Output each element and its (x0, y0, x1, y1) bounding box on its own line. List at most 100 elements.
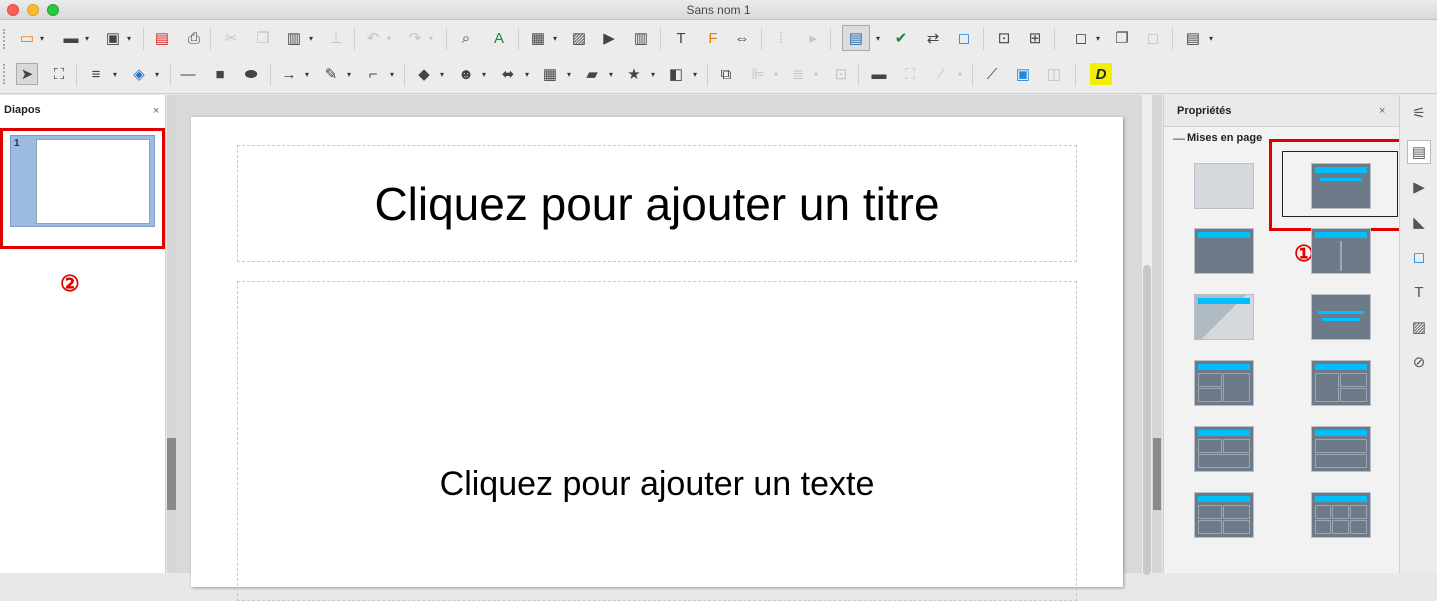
zoom-pan-icon[interactable]: ⛶ (48, 63, 70, 85)
layout-blank[interactable] (1194, 163, 1254, 209)
body-placeholder[interactable]: Cliquez pour ajouter un texte (237, 281, 1077, 601)
dropdown-arrow-icon[interactable]: ▾ (1209, 34, 1213, 43)
layout-title-content-two[interactable] (1194, 360, 1254, 406)
layout-title-four-content[interactable] (1194, 492, 1254, 538)
collapse-handle[interactable] (1153, 438, 1161, 510)
start-slideshow-icon[interactable]: ⊡ (993, 27, 1015, 49)
slide-transition-icon[interactable]: ▤ (1407, 140, 1431, 164)
dropdown-arrow-icon[interactable]: ▾ (958, 70, 962, 79)
connector-icon[interactable]: ⌐ (362, 63, 384, 85)
glue-points-icon[interactable]: ▣ (1012, 63, 1034, 85)
layout-title-two-content-right[interactable] (1311, 360, 1371, 406)
rectangle-icon[interactable]: ■ (209, 63, 231, 85)
sidebar-toggle-icon[interactable]: ▤ (1182, 27, 1204, 49)
animation-icon[interactable]: ▶ (1407, 175, 1431, 199)
dropdown-arrow-icon[interactable]: ▾ (651, 70, 655, 79)
dropdown-arrow-icon[interactable]: ▾ (85, 34, 89, 43)
cut-icon[interactable]: ✂ (220, 27, 242, 49)
slide-layout-icon[interactable]: ▤ (842, 25, 870, 51)
dropdown-arrow-icon[interactable]: ▾ (309, 34, 313, 43)
align-icon[interactable]: ⊫ (747, 63, 769, 85)
dropdown-arrow-icon[interactable]: ▾ (609, 70, 613, 79)
dropdown-arrow-icon[interactable]: ▾ (482, 70, 486, 79)
dropdown-arrow-icon[interactable]: ▾ (876, 34, 880, 43)
layout-title-content[interactable] (1194, 228, 1254, 274)
hyperlink-icon[interactable]: ⇔ (731, 27, 753, 49)
toggle-extrusion-icon[interactable]: ◫ (1043, 63, 1065, 85)
dropdown-arrow-icon[interactable]: ▾ (155, 70, 159, 79)
dropdown-arrow-icon[interactable]: ▾ (113, 70, 117, 79)
presentation-icon[interactable]: ▭ (16, 27, 38, 49)
dropdown-arrow-icon[interactable]: ▾ (1096, 34, 1100, 43)
grid-icon[interactable]: ⁞ (770, 27, 792, 49)
properties-deck-icon[interactable]: ⚟ (1407, 101, 1431, 125)
layout-title-two-content[interactable] (1311, 228, 1371, 274)
styles-icon[interactable]: ◻ (1407, 245, 1431, 269)
fontwork-gallery-icon[interactable]: D (1090, 63, 1112, 85)
basic-shapes-icon[interactable]: ◆ (413, 63, 435, 85)
line-color-icon[interactable]: ≡ (85, 63, 107, 85)
crop-image-icon[interactable]: ⛶ (899, 63, 921, 85)
title-placeholder[interactable]: Cliquez pour ajouter un titre (237, 145, 1077, 262)
points-icon[interactable]: ⟋ (981, 63, 1003, 85)
export-pdf-icon[interactable]: ▤ (151, 27, 173, 49)
undo-icon[interactable]: ↶ (362, 27, 384, 49)
3d-objects-icon[interactable]: ◧ (665, 63, 687, 85)
print-icon[interactable]: ⎙ (183, 27, 205, 49)
save-icon[interactable]: ▣ (102, 27, 124, 49)
new-slide-check-icon[interactable]: ✔ (890, 27, 912, 49)
collapse-handle[interactable] (167, 438, 176, 510)
media-icon[interactable]: ▶ (598, 27, 620, 49)
layout-title-two-top-content[interactable] (1194, 426, 1254, 472)
copy-icon[interactable]: ❐ (252, 27, 274, 49)
dropdown-arrow-icon[interactable]: ▾ (553, 34, 557, 43)
ellipse-icon[interactable]: ⬬ (240, 63, 262, 85)
dropdown-arrow-icon[interactable]: ▾ (40, 34, 44, 43)
redo-icon[interactable]: ↷ (404, 27, 426, 49)
right-splitter[interactable] (1152, 95, 1162, 573)
line-icon[interactable]: — (177, 63, 199, 85)
spelling-icon[interactable]: A (488, 27, 510, 49)
dropdown-arrow-icon[interactable]: ▾ (440, 70, 444, 79)
filter-icon[interactable]: ⁄ (930, 63, 952, 85)
section-collapse-toggle[interactable]: — (1173, 131, 1185, 145)
close-properties-button[interactable]: × (1379, 105, 1385, 117)
shadow-icon[interactable]: ▬ (868, 63, 890, 85)
left-splitter[interactable] (167, 95, 176, 573)
dropdown-arrow-icon[interactable]: ▾ (774, 70, 778, 79)
toolbar-grip[interactable] (3, 64, 7, 84)
find-replace-icon[interactable]: ⌕ (455, 27, 477, 49)
comment-icon[interactable]: ◻ (953, 27, 975, 49)
transformations-icon[interactable]: ⧉ (715, 63, 737, 85)
dropdown-arrow-icon[interactable]: ▾ (387, 34, 391, 43)
arrange-order-icon[interactable]: ≣ (787, 63, 809, 85)
block-arrows-icon[interactable]: ⬌ (497, 63, 519, 85)
line-arrow-icon[interactable]: → (278, 63, 300, 85)
dropdown-arrow-icon[interactable]: ▾ (814, 70, 818, 79)
distribute-icon[interactable]: ⊡ (830, 63, 852, 85)
vertical-scrollbar[interactable] (1142, 95, 1152, 575)
toolbar-grip[interactable] (3, 29, 7, 49)
text-box-icon[interactable]: T (670, 27, 692, 49)
gallery-image-icon[interactable]: ▨ (1407, 315, 1431, 339)
star-icon[interactable]: ★ (623, 63, 645, 85)
master-slides-icon[interactable]: ◣ (1407, 210, 1431, 234)
flowchart-icon[interactable]: ▦ (539, 63, 561, 85)
fill-color-icon[interactable]: ◈ (128, 63, 150, 85)
navigator-icon[interactable]: ⊘ (1407, 350, 1431, 374)
scrollbar-thumb[interactable] (1143, 265, 1151, 575)
arrange-icon[interactable]: ❐ (1111, 27, 1133, 49)
layout-title-six-content[interactable] (1311, 492, 1371, 538)
layout-title-content-over-content[interactable] (1311, 426, 1371, 472)
clone-formatting-icon[interactable]: ⊥ (325, 27, 347, 49)
freeform-icon[interactable]: ✎ (320, 63, 342, 85)
slide[interactable]: Cliquez pour ajouter un titre Cliquez po… (191, 117, 1123, 601)
dropdown-arrow-icon[interactable]: ▾ (390, 70, 394, 79)
duplicate-slide-icon[interactable]: ⇄ (922, 27, 944, 49)
callout-icon[interactable]: ▰ (581, 63, 603, 85)
symbol-shapes-icon[interactable]: ☻ (455, 63, 477, 85)
fontwork-icon[interactable]: F (702, 27, 724, 49)
image-icon[interactable]: ▨ (568, 27, 590, 49)
dropdown-arrow-icon[interactable]: ▾ (693, 70, 697, 79)
dropdown-arrow-icon[interactable]: ▾ (305, 70, 309, 79)
